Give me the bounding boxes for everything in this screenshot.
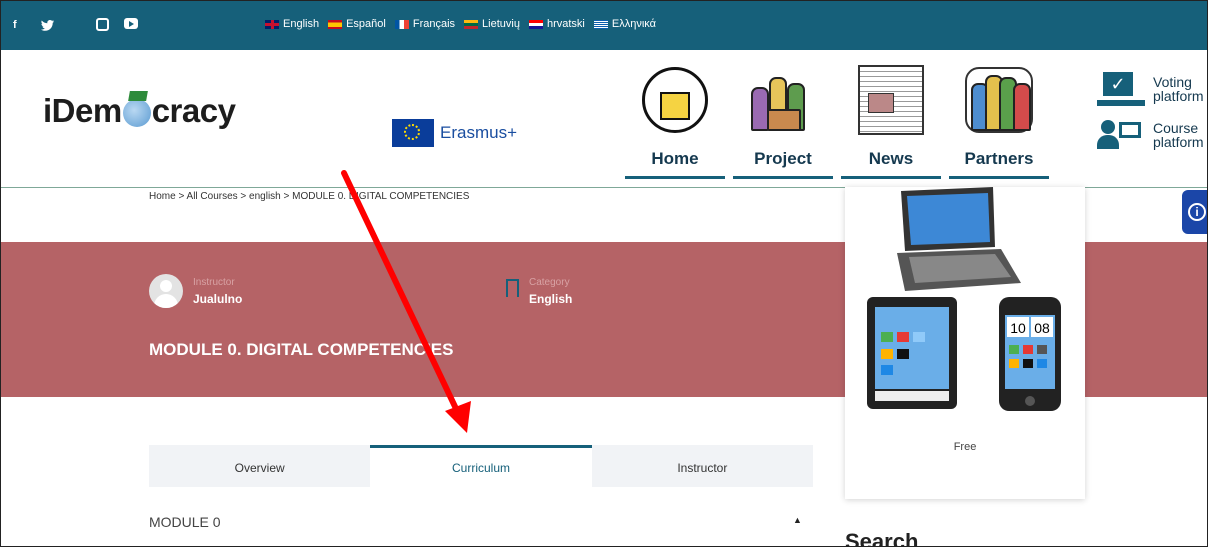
eu-flag-icon <box>392 119 434 147</box>
language-switcher: English Español Français Lietuvių hrvats… <box>265 18 656 30</box>
uk-flag-icon <box>265 19 279 29</box>
lang-ellinika[interactable]: Ελληνικά <box>593 18 656 30</box>
nav-project[interactable]: Project <box>733 58 833 179</box>
lang-english[interactable]: English <box>265 18 319 30</box>
accessibility-icon: i <box>1188 203 1206 221</box>
lang-francais[interactable]: Français <box>394 18 455 30</box>
nav-home[interactable]: Home <box>625 58 725 179</box>
spain-flag-icon <box>328 19 343 29</box>
voting-platform-link[interactable]: ✓ Voting platform <box>1097 72 1204 106</box>
erasmus-logo: Erasmus+ <box>392 119 517 147</box>
youtube-icon[interactable] <box>124 18 138 29</box>
instructor-label: Instructor <box>193 277 235 288</box>
browser-page: f English Español Français Lietuvių hrva… <box>0 0 1208 547</box>
ballot-box-icon: ✓ <box>1097 72 1145 106</box>
course-tabs: Overview Curriculum Instructor <box>149 445 813 487</box>
croatia-flag-icon <box>528 19 543 29</box>
lithuania-flag-icon <box>464 19 479 29</box>
course-title: MODULE 0. DIGITAL COMPETENCIES <box>149 340 454 359</box>
sidebar-search-title: Search <box>845 529 919 547</box>
course-card: 10 08 Free <box>845 187 1085 499</box>
course-price: Free <box>953 441 977 453</box>
collapse-caret-icon[interactable]: ▲ <box>793 515 802 525</box>
platform-links: ✓ Voting platform Course platform <box>1097 72 1204 164</box>
lang-lietuviu[interactable]: Lietuvių <box>464 18 520 30</box>
partners-pictogram-icon <box>965 67 1033 133</box>
site-logo[interactable]: iDem cracy <box>43 92 236 130</box>
newspaper-pictogram-icon <box>858 65 924 135</box>
devices-image: 10 08 <box>867 187 1061 411</box>
project-pictogram-icon <box>747 69 819 131</box>
tab-overview[interactable]: Overview <box>149 445 371 487</box>
course-platform-link[interactable]: Course platform <box>1097 118 1204 152</box>
lang-espanol[interactable]: Español <box>328 18 386 30</box>
tab-curriculum[interactable]: Curriculum <box>370 445 592 487</box>
instructor-name[interactable]: Jualulno <box>193 292 242 306</box>
category-label: Category <box>529 277 570 288</box>
home-pictogram-icon <box>642 67 708 133</box>
bookmark-icon <box>506 279 519 303</box>
svg-text:08: 08 <box>1034 320 1050 336</box>
twitter-icon[interactable] <box>41 18 54 32</box>
tab-instructor[interactable]: Instructor <box>591 445 813 487</box>
svg-text:10: 10 <box>1010 320 1026 336</box>
site-header: iDem cracy Erasmus+ Home Project News Pa… <box>1 50 1207 188</box>
instagram-icon[interactable] <box>96 18 109 31</box>
france-flag-icon <box>394 19 409 29</box>
lang-hrvatski[interactable]: hrvatski <box>528 18 585 30</box>
teacher-screen-icon <box>1097 118 1145 152</box>
curriculum-module-title[interactable]: MODULE 0 <box>149 514 221 530</box>
breadcrumb[interactable]: Home > All Courses > english > MODULE 0.… <box>149 191 469 202</box>
nav-partners[interactable]: Partners <box>949 58 1049 179</box>
globe-icon <box>122 99 151 127</box>
greece-flag-icon <box>593 19 608 29</box>
facebook-icon[interactable]: f <box>13 18 17 32</box>
nav-news[interactable]: News <box>841 58 941 179</box>
category-value[interactable]: English <box>529 292 572 306</box>
top-bar: f English Español Français Lietuvių hrva… <box>1 1 1207 50</box>
accessibility-button[interactable]: i <box>1182 190 1207 234</box>
instructor-avatar <box>149 274 183 308</box>
